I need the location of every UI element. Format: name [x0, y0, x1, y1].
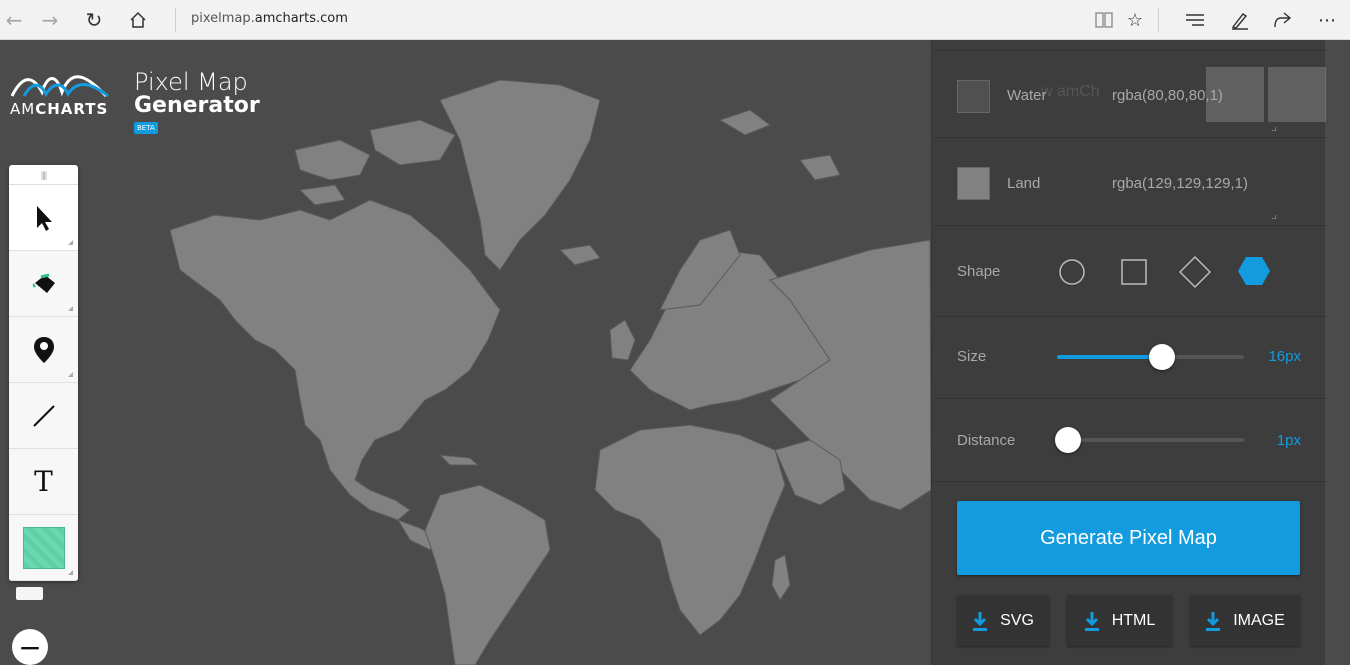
shape-diamond-option[interactable]: [1178, 255, 1212, 289]
distance-value: 1px: [1276, 432, 1301, 449]
beta-badge: BETA: [134, 122, 158, 134]
selected-color-swatch: [22, 526, 65, 569]
download-html-label: HTML: [1111, 611, 1156, 629]
size-label: Size: [957, 348, 987, 365]
toolbar-separator: [1158, 8, 1159, 32]
more-icon[interactable]: ⋯: [1313, 6, 1341, 34]
download-html-button[interactable]: HTML: [1067, 595, 1172, 646]
drawing-toolbar: |||| T: [9, 165, 78, 581]
toolbar-drag-handle-icon[interactable]: ||||: [9, 165, 78, 185]
home-icon[interactable]: [124, 6, 152, 34]
water-color-value[interactable]: rgba(80,80,80,1): [1112, 87, 1223, 104]
favorite-star-icon[interactable]: ☆: [1121, 6, 1149, 34]
app-canvas: AMCHARTS Pixel Map Generator BETA |||| T: [0, 40, 1350, 665]
paint-bucket-tool[interactable]: [9, 251, 78, 317]
app-title-line1: Pixel Map: [134, 68, 248, 96]
pointer-tool[interactable]: [9, 185, 78, 251]
size-slider-fill: [1057, 355, 1160, 359]
hub-icon[interactable]: [1181, 6, 1209, 34]
water-color-swatch[interactable]: [957, 80, 990, 113]
zoom-in-button[interactable]: [16, 587, 43, 600]
distance-slider-track[interactable]: [1057, 438, 1244, 442]
logo-text: AMCHARTS: [10, 100, 108, 118]
url-prefix: pixelmap.: [191, 11, 255, 26]
download-image-button[interactable]: IMAGE: [1190, 595, 1300, 646]
tool-corner-indicator: [68, 570, 73, 575]
forward-arrow-icon[interactable]: →: [36, 6, 64, 34]
browser-toolbar: ← → ↻ pixelmap.amcharts.com ☆ ⋯: [0, 0, 1350, 40]
reading-view-icon[interactable]: [1090, 6, 1118, 34]
refresh-icon[interactable]: ↻: [80, 6, 108, 34]
map-pin-icon: [33, 336, 54, 363]
logo-text-am: AM: [10, 100, 36, 118]
download-icon: [1084, 611, 1099, 631]
shape-hexagon-option[interactable]: [1237, 256, 1271, 286]
color-swatch-tool[interactable]: [9, 515, 78, 581]
tool-corner-indicator: [68, 372, 73, 377]
distance-row: Distance 1px: [932, 399, 1326, 482]
water-color-row: Water rgba(80,80,80,1): [932, 51, 1326, 138]
tool-corner-indicator: [68, 240, 73, 245]
water-label: Water: [1007, 87, 1047, 104]
land-color-swatch[interactable]: [957, 167, 990, 200]
settings-panel: w amCh Water rgba(80,80,80,1) Land rgba(…: [931, 40, 1326, 665]
download-image-label: IMAGE: [1233, 611, 1285, 629]
download-svg-button[interactable]: SVG: [957, 595, 1049, 646]
land-label: Land: [1007, 175, 1041, 192]
share-icon[interactable]: [1268, 6, 1296, 34]
tool-corner-indicator: [68, 306, 73, 311]
app-title-line2: Generator: [134, 93, 260, 118]
shape-circle-option[interactable]: [1058, 258, 1086, 286]
url-separator: [175, 8, 176, 32]
download-icon: [1206, 611, 1221, 631]
line-icon: [32, 404, 55, 427]
resize-grip-icon: [1272, 127, 1276, 131]
paint-bucket-icon: [32, 273, 55, 293]
generate-pixel-map-button[interactable]: Generate Pixel Map: [957, 501, 1300, 575]
back-arrow-icon[interactable]: ←: [0, 6, 28, 34]
distance-slider-thumb[interactable]: [1055, 427, 1082, 453]
download-svg-label: SVG: [1000, 611, 1034, 629]
text-tool[interactable]: T: [9, 449, 78, 515]
text-tool-icon: T: [34, 465, 53, 498]
distance-label: Distance: [957, 432, 1016, 449]
size-value: 16px: [1268, 348, 1301, 365]
land-color-row: Land rgba(129,129,129,1): [932, 138, 1326, 226]
resize-grip-icon: [1272, 215, 1276, 219]
logo-text-charts: CHARTS: [35, 100, 109, 118]
address-bar[interactable]: pixelmap.amcharts.com: [191, 11, 348, 26]
pointer-arrow-icon: [36, 205, 52, 231]
size-row: Size 16px: [932, 317, 1326, 399]
land-color-value[interactable]: rgba(129,129,129,1): [1112, 175, 1248, 192]
notes-pen-icon[interactable]: [1226, 6, 1254, 34]
download-icon: [973, 611, 988, 631]
zoom-out-button[interactable]: −: [12, 629, 48, 665]
size-slider-thumb[interactable]: [1148, 344, 1175, 370]
shape-label: Shape: [957, 263, 1001, 280]
marker-tool[interactable]: [9, 317, 78, 383]
url-host: amcharts.com: [254, 11, 348, 26]
shape-square-option[interactable]: [1120, 258, 1148, 286]
line-tool[interactable]: [9, 383, 78, 449]
